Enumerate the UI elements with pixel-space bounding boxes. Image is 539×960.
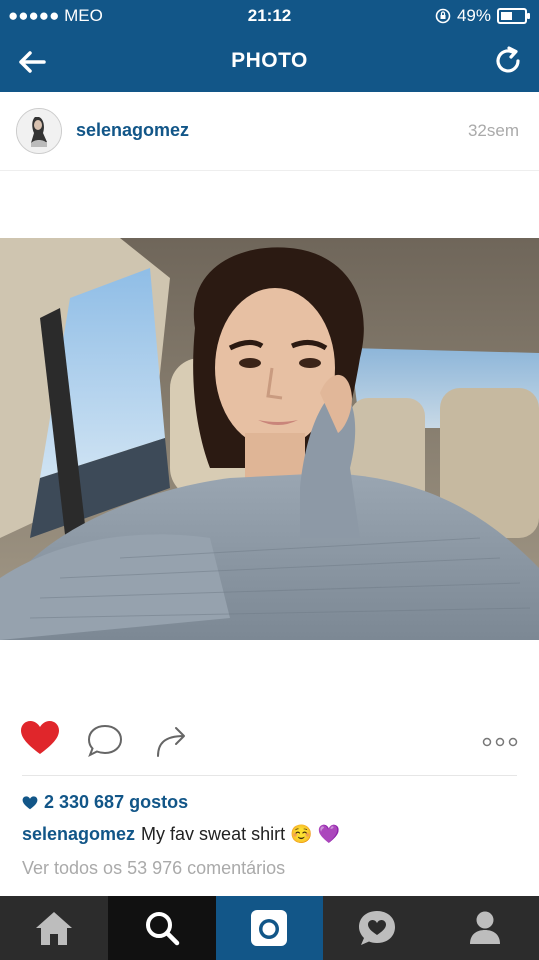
comment-icon[interactable] — [86, 723, 124, 759]
refresh-icon[interactable] — [491, 44, 525, 78]
rotation-lock-icon — [435, 8, 451, 24]
battery-percent: 49% — [456, 6, 491, 25]
caption: selenagomez My fav sweat shirt ☺️ 💜 — [22, 824, 340, 845]
tab-bar — [0, 896, 539, 960]
tab-search[interactable] — [107, 896, 216, 960]
small-heart-icon — [22, 795, 38, 809]
tab-profile[interactable] — [431, 896, 539, 960]
tab-activity[interactable] — [323, 896, 431, 960]
post-photo[interactable] — [0, 238, 539, 640]
view-comments-link[interactable]: Ver todos os 53 976 comentários — [22, 858, 285, 879]
nav-bar: PHOTO — [0, 30, 539, 92]
divider — [22, 775, 517, 776]
more-options-icon[interactable] — [482, 736, 518, 748]
heart-bubble-icon — [359, 911, 396, 945]
battery-icon — [497, 8, 530, 24]
post-time: 32sem — [467, 121, 519, 140]
camera-icon — [251, 910, 288, 946]
profile-icon — [470, 911, 501, 944]
home-icon — [35, 912, 72, 945]
action-bar — [0, 720, 539, 770]
caption-text: My fav sweat shirt ☺️ 💜 — [141, 824, 340, 844]
tab-home[interactable] — [0, 896, 108, 960]
avatar[interactable] — [16, 108, 62, 154]
header: ●●●●● MEO 21:12 49% PHOTO — [0, 0, 539, 92]
likes-count[interactable]: 2 330 687 gostos — [22, 792, 188, 813]
page-title: PHOTO — [231, 49, 308, 72]
search-icon — [145, 912, 179, 946]
likes-text: 2 330 687 gostos — [44, 792, 189, 812]
share-icon[interactable] — [154, 724, 190, 758]
battery-group: 49% — [435, 6, 530, 26]
heart-icon[interactable] — [20, 720, 60, 756]
caption-username[interactable]: selenagomez — [22, 824, 135, 845]
post-header: selenagomez 32sem — [0, 92, 539, 171]
tab-camera[interactable] — [215, 896, 324, 960]
username-link[interactable]: selenagomez — [76, 120, 189, 141]
status-bar: ●●●●● MEO 21:12 49% — [0, 0, 539, 30]
